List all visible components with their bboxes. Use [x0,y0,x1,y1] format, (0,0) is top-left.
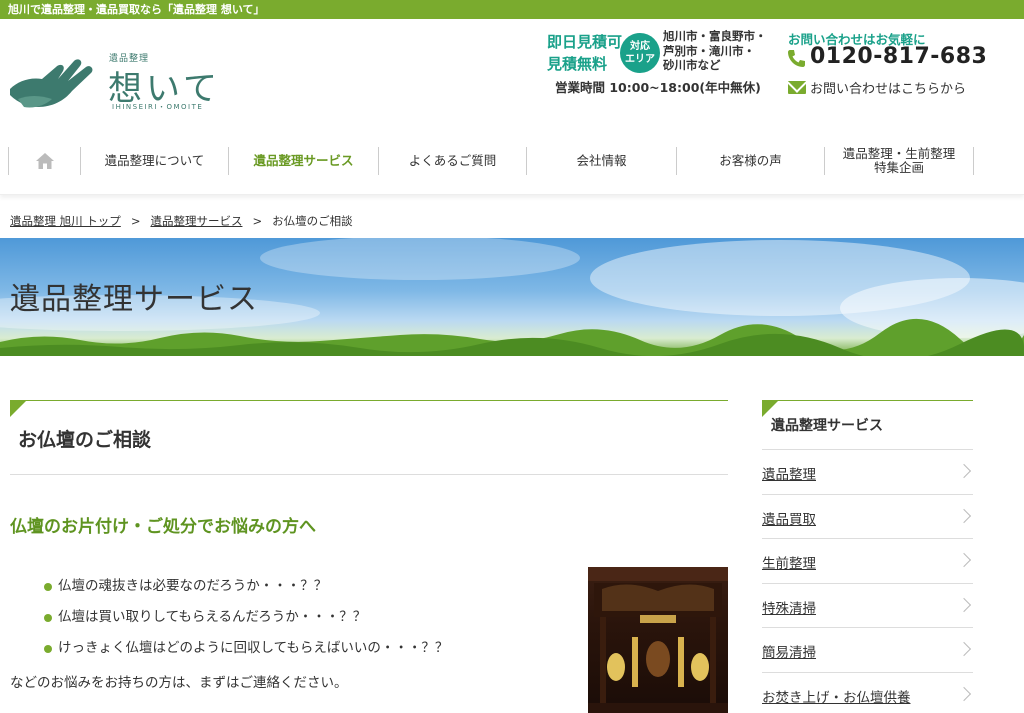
breadcrumb-separator: > [130,214,141,228]
top-banner-text: 旭川で遺品整理・遺品買取なら「遺品整理 想いて」 [8,3,265,16]
hands-logo-icon [10,59,93,108]
areas-line1: 旭川市・富良野市・ [663,29,767,43]
butsudan-image [588,567,728,713]
butsudan-photo [588,567,728,713]
nav-features-line2: 特集企画 [873,160,924,175]
sidebar: 遺品整理サービス 遺品整理 遺品買取 生前整理 特殊清掃 簡易清掃 お焚き上げ・… [762,400,973,713]
sidebar-item-buyback[interactable]: 遺品買取 [762,495,973,539]
site-logo[interactable]: 遺品整理 想いて IHINSEIRI・OMOITE [8,47,238,117]
quote-info: 即日見積可 見積無料 [547,31,622,75]
sidebar-item-label: 遺品整理 [762,467,816,483]
hero-banner: 遺品整理サービス [0,238,1024,356]
site-header: 遺品整理 想いて IHINSEIRI・OMOITE 即日見積可 見積無料 対応 … [0,19,1024,127]
breadcrumb-services-link[interactable]: 遺品整理サービス [150,214,242,228]
nav-faq[interactable]: よくあるご質問 [378,147,526,175]
nav-company[interactable]: 会社情報 [526,147,676,175]
nav-about-label: 遺品整理について [104,153,205,168]
nav-services-label: 遺品整理サービス [253,153,354,168]
nav-faq-label: よくあるご質問 [408,153,497,168]
nav-testimonials-label: お客様の声 [719,153,782,168]
sidebar-item-label: 遺品買取 [762,511,816,528]
quote-same-day: 即日見積可 [547,33,623,51]
section-title: お仏壇のご相談 [18,429,152,451]
page-title: 遺品整理サービス [10,282,258,317]
sub-heading: 仏壇のお片付け・ご処分でお悩みの方へ [10,517,316,537]
areas-line2: 芦別市・滝川市・ [663,43,755,58]
nav-features[interactable]: 遺品整理・生前整理 特集企画 [824,147,974,175]
nav-features-label: 遺品整理・生前整理 特集企画 [843,147,956,175]
contact-link[interactable]: お問い合わせはこちらから [810,78,966,97]
quote-free: 見積無料 [547,55,608,73]
phone-icon [788,50,805,67]
sidebar-heading: 遺品整理サービス [762,400,973,450]
sidebar-item-memorial-service[interactable]: お焚き上げ・お仏壇供養 [762,673,973,713]
nav-features-line1: 遺品整理・生前整理 [842,146,956,161]
nav-testimonials[interactable]: お客様の声 [676,147,824,175]
mail-icon [788,81,806,94]
breadcrumb-top-link[interactable]: 遺品整理 旭川 トップ [10,214,121,228]
sidebar-item-label: 生前整理 [762,556,816,572]
home-icon [35,153,54,169]
area-badge-line2: エリア [625,54,655,65]
sidebar-item-label: 簡易清掃 [762,645,816,661]
sidebar-item-label: お焚き上げ・お仏壇供養 [762,689,911,706]
service-area-badge: 対応 エリア [620,33,660,73]
sidebar-item-simple-cleaning[interactable]: 簡易清掃 [762,628,973,673]
top-banner: 旭川で遺品整理・遺品買取なら「遺品整理 想いて」 [0,0,1024,19]
sidebar-title: 遺品整理サービス [771,418,883,434]
business-hours: 営業時間 10:00~18:00(年中無休) [555,80,761,95]
sidebar-item-special-cleaning[interactable]: 特殊清掃 [762,584,973,628]
logo-romanized: IHINSEIRI・OMOITE [112,103,204,111]
sidebar-item-label: 特殊清掃 [762,600,816,617]
section-heading: お仏壇のご相談 [10,400,728,475]
breadcrumb: 遺品整理 旭川 トップ > 遺品整理サービス > お仏壇のご相談 [10,213,353,229]
nav-about[interactable]: 遺品整理について [80,147,228,175]
nav-company-label: 会社情報 [576,153,627,168]
area-badge-line1: 対応 [630,41,650,52]
breadcrumb-separator: > [252,214,263,228]
areas-line3: 砂川市など [663,58,721,72]
sidebar-item-estate-clearing[interactable]: 遺品整理 [762,450,973,495]
nav-services[interactable]: 遺品整理サービス [228,147,378,175]
global-nav: 遺品整理について 遺品整理サービス よくあるご質問 会社情報 お客様の声 遺品整… [0,127,1024,195]
nav-home[interactable] [8,147,80,175]
service-areas: 旭川市・富良野市・ 芦別市・滝川市・ 砂川市など [663,29,767,73]
sidebar-item-pre-death-organizing[interactable]: 生前整理 [762,539,973,584]
phone-number[interactable]: 0120-817-683 [810,44,987,69]
breadcrumb-current: お仏壇のご相談 [272,214,353,228]
